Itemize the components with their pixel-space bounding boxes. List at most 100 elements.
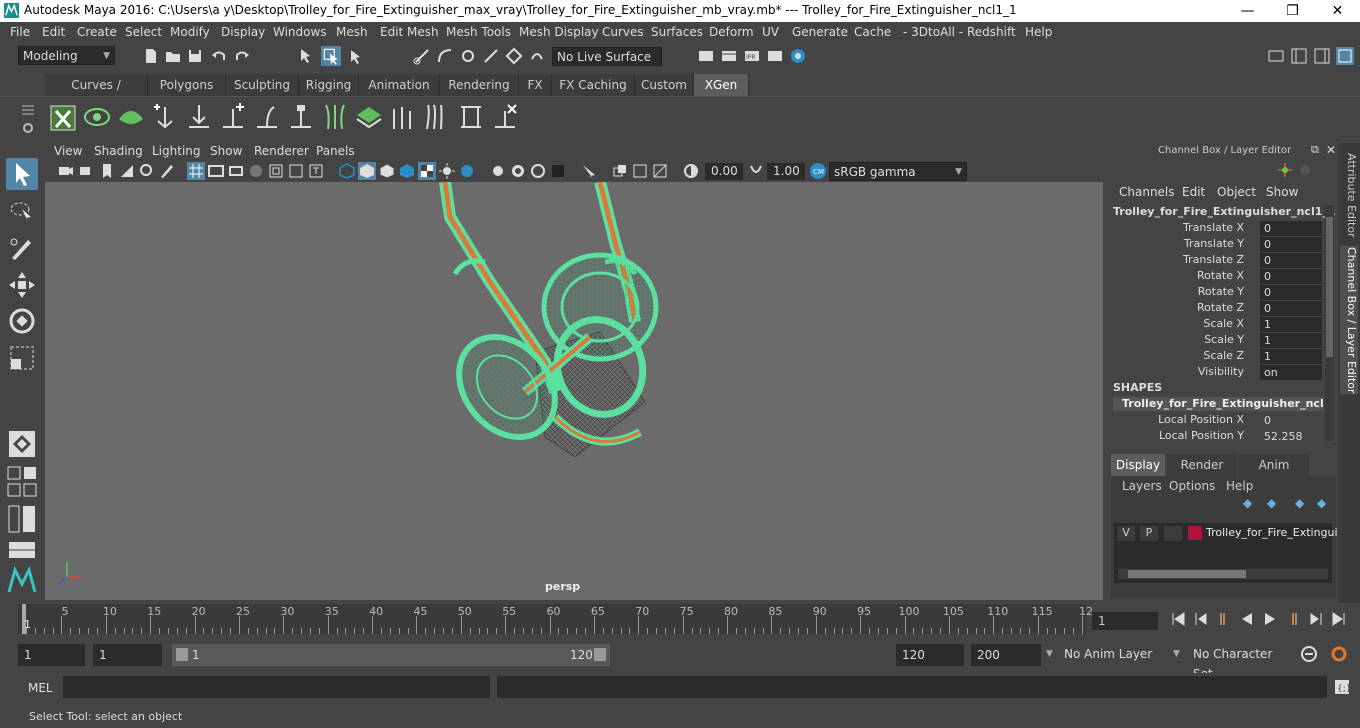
xgen-layers-icon[interactable] bbox=[354, 101, 384, 133]
menu-modify[interactable]: Modify bbox=[170, 25, 210, 39]
motion-blur-icon[interactable] bbox=[489, 162, 507, 180]
isolate-select-icon[interactable] bbox=[549, 162, 567, 180]
shelf-tab-curves-surfaces[interactable]: Curves / Surfaces bbox=[45, 74, 148, 114]
shelf-menu-icon[interactable] bbox=[18, 101, 38, 119]
vp-menu-view[interactable]: View bbox=[54, 144, 82, 158]
step-back-key-icon[interactable] bbox=[1193, 611, 1209, 627]
step-forward-frame-icon[interactable] bbox=[1285, 611, 1301, 627]
snap-curve-icon[interactable] bbox=[436, 47, 454, 65]
paint-select-tool-icon[interactable] bbox=[6, 232, 38, 264]
shelf-tab-animation[interactable]: Animation bbox=[359, 74, 440, 96]
command-input[interactable] bbox=[63, 676, 490, 698]
safe-title-icon[interactable] bbox=[307, 162, 325, 180]
layer-hscrollbar[interactable] bbox=[1118, 569, 1328, 579]
play-backward-icon[interactable] bbox=[1239, 611, 1255, 627]
backface-culling-icon[interactable] bbox=[651, 162, 669, 180]
shadows-icon[interactable] bbox=[438, 162, 456, 180]
go-to-end-icon[interactable] bbox=[1331, 611, 1347, 627]
maximize-button[interactable]: ❐ bbox=[1270, 0, 1315, 22]
layer-move-up-icon[interactable]: ◆ bbox=[1243, 496, 1252, 510]
toggle-panel-icon[interactable] bbox=[1290, 47, 1308, 65]
cb-row-scale-z[interactable]: Scale Z1 bbox=[1104, 349, 1324, 365]
exposure-icon[interactable] bbox=[682, 162, 700, 180]
menu-select[interactable]: Select bbox=[125, 25, 162, 39]
render-frame-icon[interactable] bbox=[720, 47, 738, 65]
script-editor-icon[interactable]: {;} bbox=[1333, 678, 1351, 696]
live-surface-field[interactable]: No Live Surface bbox=[552, 47, 662, 66]
menu-generate[interactable]: Generate bbox=[792, 25, 848, 39]
menu-windows[interactable]: Windows bbox=[273, 25, 327, 39]
step-back-frame-icon[interactable] bbox=[1216, 611, 1232, 627]
xgen-preview-icon[interactable] bbox=[82, 101, 112, 133]
menu-file[interactable]: File bbox=[10, 25, 30, 39]
xgen-guide-plus-icon[interactable] bbox=[218, 101, 248, 133]
playback-end-field[interactable]: 120 bbox=[896, 644, 964, 666]
textured-icon[interactable] bbox=[398, 162, 416, 180]
side-tab-channel-box[interactable]: Channel Box / Layer Editor bbox=[1340, 246, 1358, 394]
layer-menu-help[interactable]: Help bbox=[1226, 479, 1253, 493]
xgen-guide-down-icon[interactable] bbox=[184, 101, 214, 133]
ipr-render-icon[interactable]: IPR bbox=[743, 47, 761, 65]
bookmark-icon[interactable] bbox=[98, 162, 116, 180]
resolution-gate-icon[interactable] bbox=[227, 162, 245, 180]
gamma-icon[interactable] bbox=[747, 162, 765, 180]
menu-uv[interactable]: UV bbox=[762, 25, 779, 39]
film-gate-icon[interactable] bbox=[207, 162, 225, 180]
panel-layout-icon[interactable] bbox=[6, 540, 38, 560]
xgen-delete-guide-icon[interactable] bbox=[490, 101, 520, 133]
wireframe-on-shaded-icon[interactable] bbox=[378, 162, 396, 180]
shelf-tab-polygons[interactable]: Polygons bbox=[148, 74, 226, 96]
step-forward-key-icon[interactable] bbox=[1308, 611, 1324, 627]
vp-menu-shading[interactable]: Shading bbox=[94, 144, 143, 158]
grease-pencil-icon[interactable] bbox=[158, 162, 176, 180]
redo-icon[interactable] bbox=[233, 47, 251, 65]
menu-help[interactable]: Help bbox=[1025, 25, 1052, 39]
anim-layer-dropdown[interactable]: ▼ No Anim Layer bbox=[1044, 644, 1164, 666]
current-frame-field[interactable]: 1 bbox=[1092, 612, 1158, 630]
menu-deform[interactable]: Deform bbox=[709, 25, 754, 39]
render-view-icon[interactable] bbox=[697, 47, 715, 65]
maya-home-icon[interactable] bbox=[6, 564, 38, 596]
layer-name[interactable]: Trolley_for_Fire_Extingui bbox=[1206, 526, 1338, 539]
mode-dropdown[interactable]: Modeling ▼ bbox=[18, 46, 115, 65]
field-chart-icon[interactable] bbox=[267, 162, 285, 180]
xgen-sculpt-icon[interactable] bbox=[388, 101, 418, 133]
menu-cache[interactable]: Cache bbox=[854, 25, 891, 39]
cb-menu-object[interactable]: Object bbox=[1217, 185, 1256, 199]
menu-mesh-tools[interactable]: Mesh Tools bbox=[446, 25, 511, 39]
menu-curves[interactable]: Curves bbox=[602, 25, 644, 39]
shelf-settings-icon[interactable] bbox=[18, 119, 38, 137]
new-layer-selected-icon[interactable]: ◆ bbox=[1317, 496, 1326, 510]
multisample-aa-icon[interactable] bbox=[509, 162, 527, 180]
scale-tool-icon[interactable] bbox=[6, 342, 38, 374]
menu-create[interactable]: Create bbox=[77, 25, 117, 39]
color-space-dropdown[interactable]: sRGB gamma ▼ bbox=[829, 162, 967, 181]
cb-row-scale-x[interactable]: Scale X1 bbox=[1104, 317, 1324, 333]
shelf-tab-rigging[interactable]: Rigging bbox=[299, 74, 359, 96]
xgen-cut-icon[interactable] bbox=[456, 101, 486, 133]
command-language-label[interactable]: MEL bbox=[28, 681, 53, 695]
xgen-guide-lock-icon[interactable] bbox=[286, 101, 316, 133]
xray-icon[interactable] bbox=[580, 162, 598, 180]
layer-tab-render[interactable]: Render bbox=[1167, 454, 1237, 476]
make-live-icon[interactable] bbox=[528, 47, 546, 65]
xgen-add-guide-icon[interactable] bbox=[150, 101, 180, 133]
cb-object-name[interactable]: Trolley_for_Fire_Extinguisher_ncl1_1 bbox=[1113, 205, 1336, 218]
layer-playback-toggle[interactable]: P bbox=[1140, 526, 1158, 541]
camera-select-icon[interactable] bbox=[57, 162, 75, 180]
go-to-start-icon[interactable] bbox=[1170, 611, 1186, 627]
move-tool-icon[interactable] bbox=[6, 269, 38, 301]
cb-row-rotate-y[interactable]: Rotate Y0 bbox=[1104, 285, 1324, 301]
xgen-comb-icon[interactable] bbox=[422, 101, 452, 133]
cb-menu-show[interactable]: Show bbox=[1266, 185, 1298, 199]
layer-visibility-toggle[interactable]: V bbox=[1117, 526, 1135, 541]
cb-menu-edit[interactable]: Edit bbox=[1182, 185, 1205, 199]
menu-3dtoall[interactable]: - 3DtoAll - bbox=[903, 25, 963, 39]
color-management-icon[interactable]: CM bbox=[809, 162, 827, 180]
range-slider[interactable]: 1 120 bbox=[172, 644, 610, 666]
layer-tab-display[interactable]: Display bbox=[1111, 454, 1165, 476]
layer-menu-layers[interactable]: Layers bbox=[1122, 479, 1162, 493]
menu-edit[interactable]: Edit bbox=[42, 25, 65, 39]
toggle-channel-box-icon[interactable] bbox=[1336, 47, 1354, 65]
single-pane-layout-icon[interactable] bbox=[6, 428, 38, 460]
